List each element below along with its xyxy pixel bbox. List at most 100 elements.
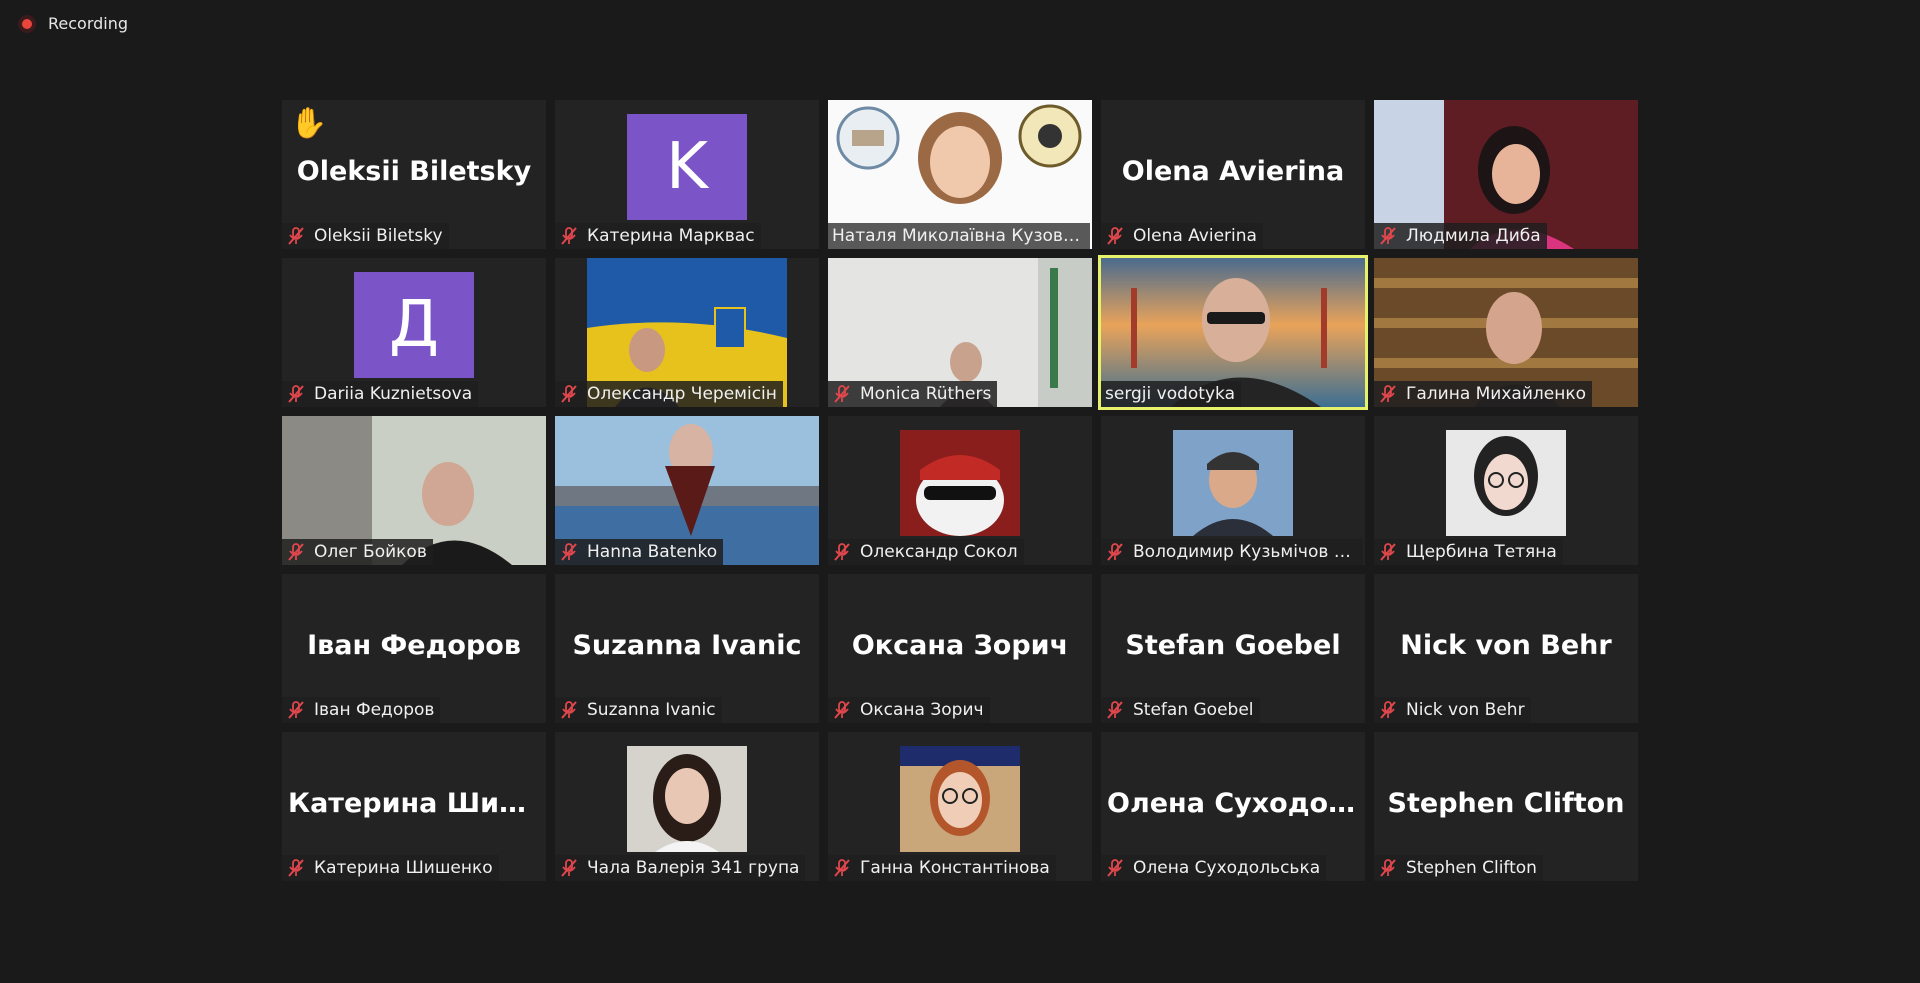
- muted-mic-icon: [288, 385, 304, 403]
- name-label: Щербина Тетяна: [1374, 539, 1563, 565]
- name-label: Ганна Константінова: [828, 855, 1056, 881]
- name-label: Галина Михайленко: [1374, 381, 1592, 407]
- participant-tile[interactable]: ✋ Oleksii Biletsky Oleksii Biletsky: [282, 100, 546, 249]
- muted-mic-icon: [834, 543, 850, 561]
- name-label: Олена Суходольська: [1101, 855, 1327, 881]
- name-label: Людмила Диба: [1374, 223, 1547, 249]
- name-label: Катерина Марквас: [555, 223, 761, 249]
- participant-tile[interactable]: Володимир Кузьмічов (4...: [1101, 416, 1365, 565]
- muted-mic-icon: [834, 859, 850, 877]
- participant-name: Olena Avierina: [1133, 226, 1257, 246]
- name-label: Катерина Шишенко: [282, 855, 499, 881]
- participant-tile[interactable]: Людмила Диба: [1374, 100, 1638, 249]
- name-label: Олександр Сокол: [828, 539, 1024, 565]
- name-label: Oleksii Biletsky: [282, 223, 449, 249]
- participant-name: Щербина Тетяна: [1406, 542, 1557, 562]
- name-label: Іван Федоров: [282, 697, 441, 723]
- participant-tile[interactable]: Stephen Clifton Stephen Clifton: [1374, 732, 1638, 881]
- participant-tile-active-speaker[interactable]: sergji vodotyka: [1098, 255, 1368, 410]
- participant-tile[interactable]: Stefan Goebel Stefan Goebel: [1101, 574, 1365, 723]
- participant-tile[interactable]: Ганна Константінова: [828, 732, 1092, 881]
- participant-name: Nick von Behr: [1406, 700, 1525, 720]
- participant-name: Іван Федоров: [314, 700, 435, 720]
- participant-tile[interactable]: K Катерина Марквас: [555, 100, 819, 249]
- participant-name: sergji vodotyka: [1105, 384, 1235, 404]
- participant-tile[interactable]: Monica Rüthers: [828, 258, 1092, 407]
- participant-tile[interactable]: Олег Бойков: [282, 416, 546, 565]
- record-icon: [18, 14, 36, 33]
- participant-tile[interactable]: Д Dariia Kuznietsova: [282, 258, 546, 407]
- muted-mic-icon: [288, 543, 304, 561]
- participant-name: Катерина Марквас: [587, 226, 755, 246]
- muted-mic-icon: [288, 859, 304, 877]
- participant-tile[interactable]: Оксана Зорич Оксана Зорич: [828, 574, 1092, 723]
- muted-mic-icon: [561, 701, 577, 719]
- participant-gallery: ✋ Oleksii Biletsky Oleksii Biletsky K Ка…: [282, 100, 1638, 881]
- participant-name: Володимир Кузьмічов (4...: [1133, 542, 1357, 562]
- avatar: Д: [354, 272, 474, 378]
- participant-name: Галина Михайленко: [1406, 384, 1586, 404]
- avatar: K: [627, 114, 747, 220]
- participant-display-name: Olena Avierina: [1121, 156, 1345, 187]
- participant-name: Oleksii Biletsky: [314, 226, 443, 246]
- recording-indicator[interactable]: Recording: [18, 14, 128, 33]
- profile-photo: [1173, 430, 1293, 536]
- muted-mic-icon: [561, 859, 577, 877]
- participant-name: Олександр Черемісін: [587, 384, 777, 404]
- name-label: Наталя Миколаївна Кузово...: [828, 223, 1090, 249]
- muted-mic-icon: [1380, 385, 1396, 403]
- participant-name: Олена Суходольська: [1133, 858, 1321, 878]
- participant-tile[interactable]: Олена Суходол... Олена Суходольська: [1101, 732, 1365, 881]
- muted-mic-icon: [1107, 543, 1123, 561]
- muted-mic-icon: [288, 701, 304, 719]
- participant-tile[interactable]: Щербина Тетяна: [1374, 416, 1638, 565]
- muted-mic-icon: [834, 701, 850, 719]
- participant-name: Олег Бойков: [314, 542, 427, 562]
- muted-mic-icon: [1107, 701, 1123, 719]
- name-label: Nick von Behr: [1374, 697, 1531, 723]
- participant-name: Наталя Миколаївна Кузово...: [832, 226, 1084, 246]
- participant-name: Stephen Clifton: [1406, 858, 1537, 878]
- participant-name: Dariia Kuznietsova: [314, 384, 473, 404]
- muted-mic-icon: [834, 385, 850, 403]
- participant-tile[interactable]: Катерина Шиш... Катерина Шишенко: [282, 732, 546, 881]
- participant-display-name: Олена Суходол...: [1107, 788, 1365, 819]
- profile-photo: [900, 746, 1020, 852]
- participant-tile[interactable]: Галина Михайленко: [1374, 258, 1638, 407]
- participant-tile[interactable]: Suzanna Ivanic Suzanna Ivanic: [555, 574, 819, 723]
- name-label: Hanna Batenko: [555, 539, 724, 565]
- name-label: Stephen Clifton: [1374, 855, 1543, 881]
- participant-tile[interactable]: Наталя Миколаївна Кузово...: [828, 100, 1092, 249]
- recording-label: Recording: [48, 14, 129, 33]
- name-label: Оксана Зорич: [828, 697, 990, 723]
- name-label: Suzanna Ivanic: [555, 697, 722, 723]
- raised-hand-icon: ✋: [290, 106, 328, 141]
- name-label: Olena Avierina: [1101, 223, 1263, 249]
- name-label: Олександр Черемісін: [555, 381, 783, 407]
- name-label: sergji vodotyka: [1101, 381, 1241, 407]
- participant-tile[interactable]: Чала Валерія 341 група: [555, 732, 819, 881]
- participant-tile[interactable]: Hanna Batenko: [555, 416, 819, 565]
- participant-display-name: Stefan Goebel: [1125, 630, 1341, 661]
- participant-tile[interactable]: Olena Avierina Olena Avierina: [1101, 100, 1365, 249]
- name-label: Володимир Кузьмічов (4...: [1101, 539, 1363, 565]
- muted-mic-icon: [561, 543, 577, 561]
- participant-tile[interactable]: Олександр Сокол: [828, 416, 1092, 565]
- participant-name: Людмила Диба: [1406, 226, 1541, 246]
- participant-name: Олександр Сокол: [860, 542, 1018, 562]
- name-label: Stefan Goebel: [1101, 697, 1260, 723]
- muted-mic-icon: [1107, 859, 1123, 877]
- name-label: Monica Rüthers: [828, 381, 998, 407]
- participant-tile[interactable]: Олександр Черемісін: [555, 258, 819, 407]
- muted-mic-icon: [288, 227, 304, 245]
- participant-display-name: Nick von Behr: [1400, 630, 1612, 661]
- muted-mic-icon: [561, 385, 577, 403]
- participant-tile[interactable]: Іван Федоров Іван Федоров: [282, 574, 546, 723]
- participant-display-name: Oleksii Biletsky: [296, 156, 532, 187]
- profile-photo: [627, 746, 747, 852]
- participant-tile[interactable]: Nick von Behr Nick von Behr: [1374, 574, 1638, 723]
- participant-display-name: Катерина Шиш...: [288, 788, 546, 819]
- participant-name: Катерина Шишенко: [314, 858, 493, 878]
- name-label: Dariia Kuznietsova: [282, 381, 479, 407]
- participant-name: Ганна Константінова: [860, 858, 1050, 878]
